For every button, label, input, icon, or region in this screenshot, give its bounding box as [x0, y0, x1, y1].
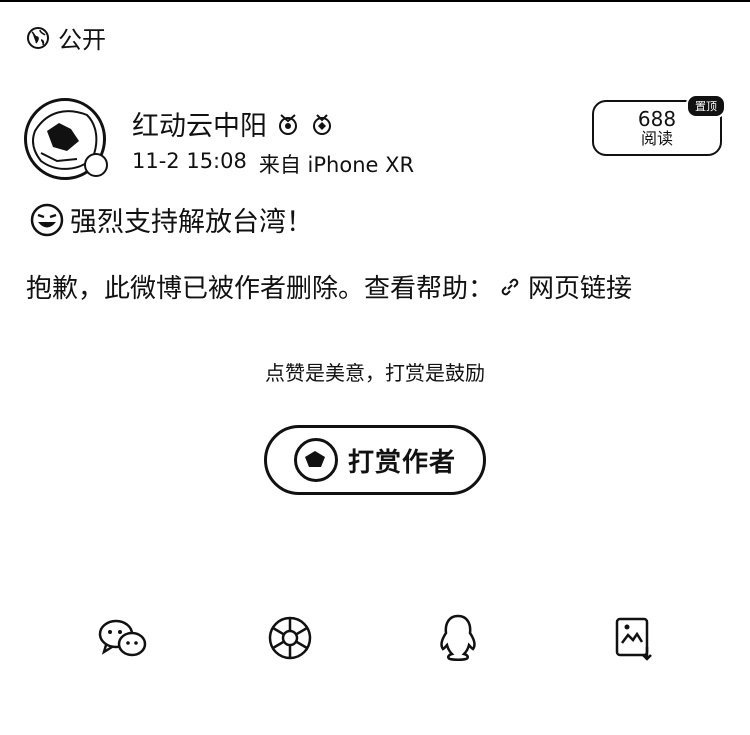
laughing-emoji-icon	[30, 203, 64, 236]
visibility-indicator[interactable]: 公开	[26, 20, 106, 55]
post-time: 11-2 15:08	[132, 149, 247, 173]
reward-author-button[interactable]: 打赏作者	[264, 425, 486, 495]
post-source: 来自 iPhone XR	[258, 153, 415, 177]
verified-badge	[84, 153, 108, 177]
author-row: 红动云中阳	[132, 104, 335, 143]
moments-icon	[268, 616, 312, 660]
deleted-text: 抱歉，此微博已被作者删除。查看帮助：	[26, 274, 495, 304]
post-meta: 11-2 15:08 来自 iPhone XR	[132, 149, 414, 179]
web-link[interactable]: 网页链接	[498, 268, 632, 305]
share-qq-button[interactable]	[432, 612, 484, 664]
share-wechat-button[interactable]	[96, 612, 148, 664]
post-text: 强烈支持解放台湾！	[70, 207, 313, 238]
read-count-box: 688 阅读 置顶	[592, 94, 726, 156]
reward-avatar	[293, 438, 338, 482]
reward-button-label: 打赏作者	[347, 447, 456, 478]
link-icon	[501, 278, 519, 295]
globe-icon	[26, 26, 50, 50]
medal-icon[interactable]	[275, 111, 301, 137]
qq-icon	[440, 614, 476, 661]
pinned-badge: 置顶	[686, 94, 726, 118]
visibility-label: 公开	[58, 26, 106, 54]
save-image-icon	[615, 617, 652, 661]
medal-icon[interactable]	[309, 111, 335, 137]
deleted-notice: 抱歉，此微博已被作者删除。查看帮助： 网页链接	[26, 268, 632, 305]
read-label: 阅读	[640, 129, 673, 148]
author-name[interactable]: 红动云中阳	[132, 104, 267, 143]
wechat-icon	[98, 619, 147, 657]
top-divider	[0, 0, 750, 2]
post-content: 强烈支持解放台湾！	[30, 200, 313, 239]
reward-caption: 点赞是美意，打赏是鼓励	[265, 361, 485, 385]
web-link-label: 网页链接	[528, 274, 633, 304]
save-image-button[interactable]	[608, 612, 660, 664]
share-moments-button[interactable]	[264, 612, 316, 664]
